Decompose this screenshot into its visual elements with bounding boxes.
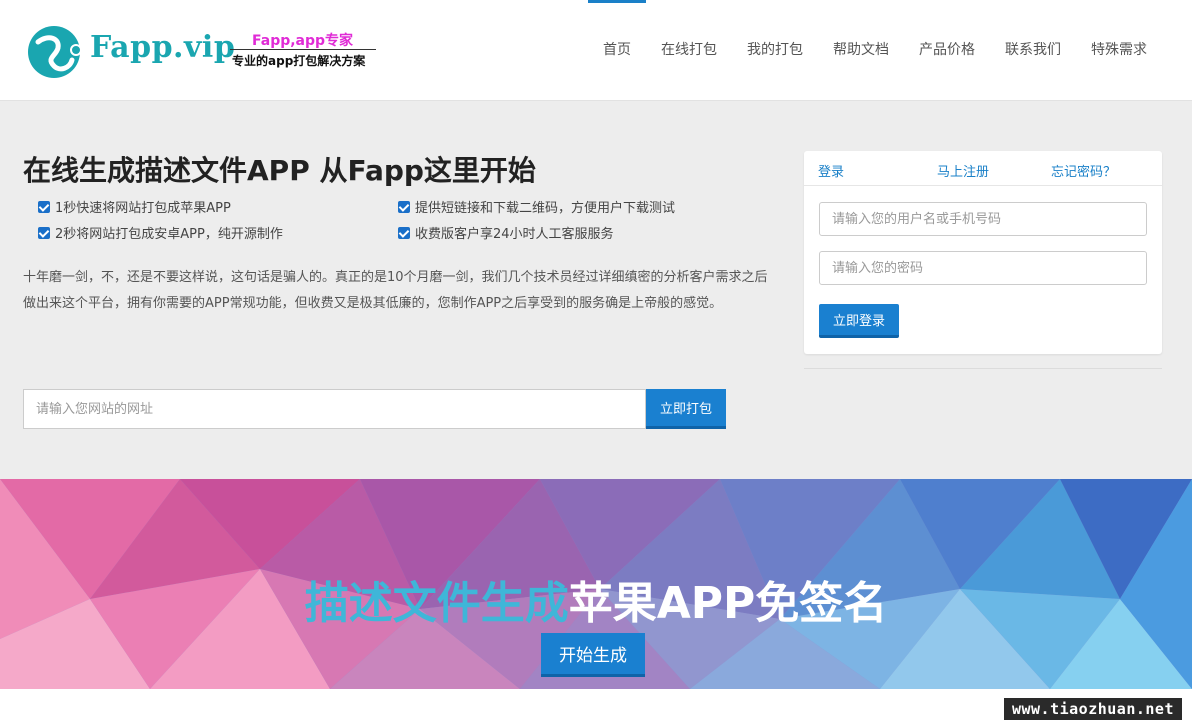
feature-item: 1秒快速将网站打包成苹果APP [38, 197, 231, 216]
checkbox-checked-icon [398, 200, 410, 213]
logo-mark-icon [28, 26, 82, 78]
logo-text: Fapp.vip [90, 30, 236, 65]
tab-register[interactable]: 马上注册 [937, 161, 989, 180]
url-pack-form: 立即打包 [23, 389, 726, 429]
nav-item-home[interactable]: 首页 [588, 0, 646, 100]
promo-banner: 描述文件生成苹果APP免签名 开始生成 [0, 479, 1192, 689]
site-header: Fapp.vip Fapp,app专家 专业的app打包解决方案 首页 在线打包… [0, 0, 1192, 101]
start-generate-button[interactable]: 开始生成 [541, 633, 645, 677]
username-input[interactable] [819, 202, 1147, 236]
feature-text: 提供短链接和下载二维码，方便用户下载测试 [415, 201, 676, 216]
main-nav: 首页 在线打包 我的打包 帮助文档 产品价格 联系我们 特殊需求 [588, 0, 1162, 100]
login-divider [804, 368, 1162, 369]
login-submit-button[interactable]: 立即登录 [819, 304, 899, 338]
feature-item: 2秒将网站打包成安卓APP，纯开源制作 [38, 223, 283, 242]
feature-item: 收费版客户享24小时人工客服服务 [398, 223, 614, 242]
feature-text: 2秒将网站打包成安卓APP，纯开源制作 [55, 227, 283, 242]
banner-title-highlight: 描述文件生成 [304, 578, 569, 629]
checkbox-checked-icon [398, 226, 410, 239]
tab-forgot-password[interactable]: 忘记密码？ [1051, 161, 1116, 180]
checkbox-checked-icon [38, 200, 50, 213]
logo-divider [230, 49, 376, 50]
nav-item-pricing[interactable]: 产品价格 [904, 0, 990, 100]
nav-item-special-needs[interactable]: 特殊需求 [1076, 0, 1162, 100]
login-panel: 登录 马上注册 忘记密码？ 立即登录 [804, 151, 1162, 354]
banner-title: 描述文件生成苹果APP免签名 [0, 567, 1192, 631]
feature-item: 提供短链接和下载二维码，方便用户下载测试 [398, 197, 675, 216]
pack-now-button[interactable]: 立即打包 [646, 389, 726, 429]
nav-item-online-pack[interactable]: 在线打包 [646, 0, 732, 100]
checkbox-checked-icon [38, 226, 50, 239]
password-input[interactable] [819, 251, 1147, 285]
nav-item-help-docs[interactable]: 帮助文档 [818, 0, 904, 100]
feature-text: 1秒快速将网站打包成苹果APP [55, 201, 231, 216]
banner-title-rest: 苹果APP免签名 [568, 578, 888, 629]
watermark: www.tiaozhuan.net [1003, 698, 1182, 720]
nav-item-my-packs[interactable]: 我的打包 [732, 0, 818, 100]
hero-description: 十年磨一剑，不，还是不要这样说，这句话是骗人的。真正的是10个月磨一剑，我们几个… [23, 270, 768, 311]
logo-tagline-top: Fapp,app专家 [252, 33, 354, 49]
login-tabs: 登录 马上注册 忘记密码？ [804, 151, 1162, 186]
hero-title: 在线生成描述文件APP 从Fapp这里开始 [23, 154, 536, 187]
website-url-input[interactable] [23, 389, 646, 429]
logo-tagline-bottom: 专业的app打包解决方案 [232, 54, 366, 68]
logo[interactable]: Fapp.vip Fapp,app专家 专业的app打包解决方案 [24, 20, 384, 82]
tab-login[interactable]: 登录 [818, 161, 844, 180]
hero-section: 在线生成描述文件APP 从Fapp这里开始 1秒快速将网站打包成苹果APP 提供… [0, 101, 1192, 479]
nav-item-contact[interactable]: 联系我们 [990, 0, 1076, 100]
feature-text: 收费版客户享24小时人工客服服务 [415, 227, 614, 242]
